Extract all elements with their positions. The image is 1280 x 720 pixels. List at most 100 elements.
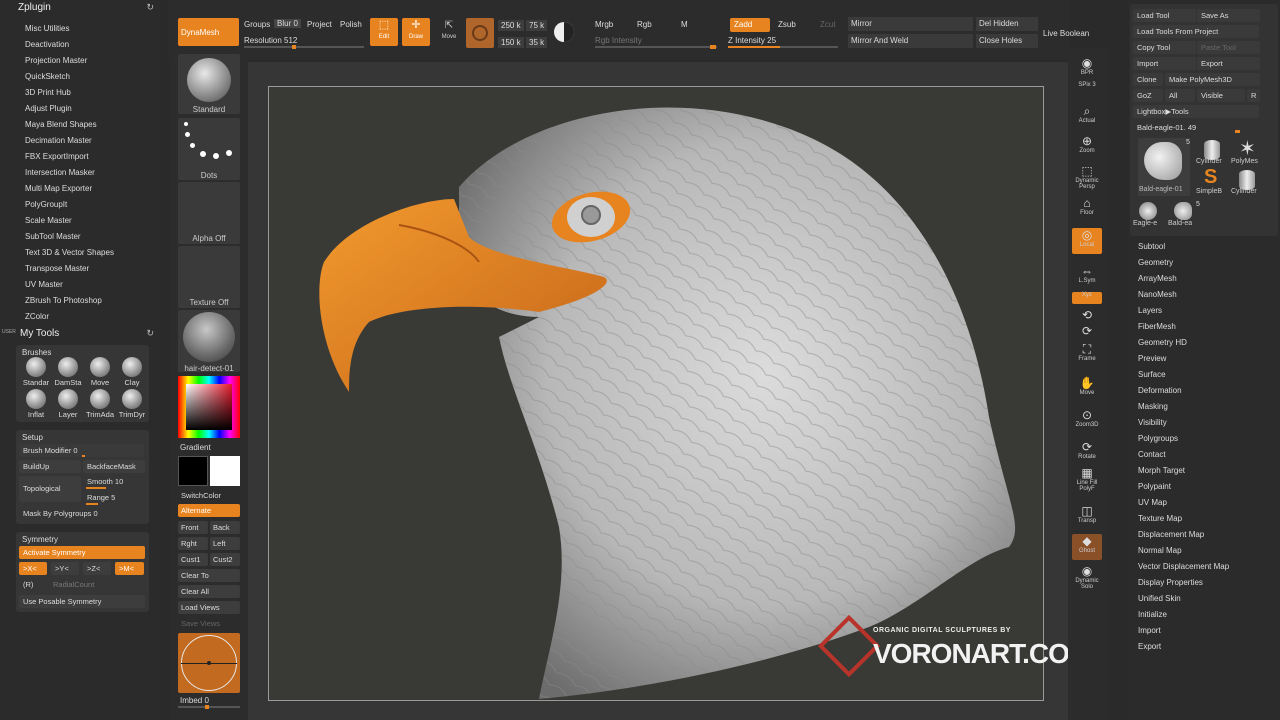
view-navigator[interactable] [178, 633, 240, 693]
brush-thumbnail[interactable]: Standard [178, 54, 240, 114]
right-view-button[interactable]: Rght [178, 537, 208, 550]
subpanel-fibermesh[interactable]: FiberMesh [1138, 322, 1176, 331]
brush-damsta[interactable]: DamSta [52, 357, 82, 387]
plugin-item[interactable]: Transpose Master [0, 261, 160, 277]
goz-visible-button[interactable]: Visible [1197, 89, 1245, 102]
subpanel-display-properties[interactable]: Display Properties [1138, 578, 1203, 587]
plugin-item[interactable]: QuickSketch [0, 69, 160, 85]
project-button[interactable]: Project [307, 20, 332, 29]
plugin-item[interactable]: PolyGroupIt [0, 197, 160, 213]
load-tool-button[interactable]: Load Tool [1133, 9, 1196, 22]
blur-slider[interactable]: Blur 0 [274, 19, 301, 28]
axis-y-button[interactable]: >Y< [51, 562, 79, 575]
brush-size-button[interactable] [466, 18, 494, 48]
left-view-button[interactable]: Left [210, 537, 240, 550]
rshelf-button-5[interactable]: ⌂ Floor [1072, 196, 1102, 222]
subpanel-arraymesh[interactable]: ArrayMesh [1138, 274, 1177, 283]
subpanel-visibility[interactable]: Visibility [1138, 418, 1167, 427]
subpanel-polypaint[interactable]: Polypaint [1138, 482, 1171, 491]
live-boolean-button[interactable]: Live Boolean [1043, 29, 1089, 38]
rgb-intensity-handle[interactable] [710, 45, 716, 49]
draw-button[interactable]: ✛ Draw [402, 18, 430, 46]
groups-button[interactable]: Groups [244, 20, 270, 29]
z-intensity-slider[interactable]: Z Intensity 25 [728, 36, 776, 45]
subpanel-deformation[interactable]: Deformation [1138, 386, 1182, 395]
import-button[interactable]: Import [1133, 57, 1196, 70]
goz-r-button[interactable]: R [1247, 89, 1260, 102]
save-as-button[interactable]: Save As [1197, 9, 1260, 22]
mask-polygroups-slider[interactable]: Mask By Polygroups 0 [19, 507, 144, 520]
subpanel-morph-target[interactable]: Morph Target [1138, 466, 1185, 475]
gradient-label[interactable]: Gradient [180, 443, 211, 452]
plugin-item[interactable]: SubTool Master [0, 229, 160, 245]
subpanel-nanomesh[interactable]: NanoMesh [1138, 290, 1177, 299]
del-hidden-button[interactable]: Del Hidden [976, 17, 1038, 31]
texture-thumbnail[interactable]: Texture Off [178, 246, 240, 308]
move-button[interactable]: ⇱ Move [436, 20, 462, 46]
rshelf-button-11[interactable]: ⛶ Frame [1072, 342, 1102, 368]
current-tool-slider[interactable]: Bald-eagle-01. 49 [1133, 121, 1259, 134]
focal-value[interactable]: 75 k [526, 20, 548, 31]
subpanel-masking[interactable]: Masking [1138, 402, 1168, 411]
rshelf-button-16[interactable]: ◫ Transp [1072, 504, 1102, 530]
plugin-item[interactable]: ZBrush To Photoshop [0, 293, 160, 309]
plugin-item[interactable]: Multi Map Exporter [0, 181, 160, 197]
subpanel-polygroups[interactable]: Polygroups [1138, 434, 1178, 443]
tool-thumb-eagle[interactable]: 5 Bald-eagle-01 [1138, 138, 1190, 196]
plugin-item[interactable]: 3D Print Hub [0, 85, 160, 101]
current-tool-handle[interactable] [1235, 130, 1240, 133]
mytools-header[interactable]: USER My Tools ↻ [0, 326, 160, 342]
polish-button[interactable]: Polish [340, 20, 362, 29]
subpanel-unified-skin[interactable]: Unified Skin [1138, 594, 1181, 603]
color-square[interactable] [186, 384, 232, 430]
stroke-yin-yang-icon[interactable] [554, 22, 574, 42]
slider-handle[interactable] [82, 455, 85, 457]
subpanel-layers[interactable]: Layers [1138, 306, 1162, 315]
rshelf-button-7[interactable]: ⇔ L.Sym [1072, 264, 1102, 290]
load-from-project-button[interactable]: Load Tools From Project [1133, 25, 1259, 38]
plugin-item[interactable]: UV Master [0, 277, 160, 293]
cust2-view-button[interactable]: Cust2 [210, 553, 240, 566]
backface-mask-button[interactable]: BackfaceMask [83, 460, 145, 473]
axis-x-button[interactable]: >X< [19, 562, 47, 575]
rshelf-button-4[interactable]: ⬚ Dynamic Persp [1072, 164, 1102, 190]
rshelf-button-18[interactable]: ◉ Dynamic Solo [1072, 564, 1102, 590]
make-polymesh-button[interactable]: Make PolyMesh3D [1165, 73, 1260, 86]
axis-m-button[interactable]: >M< [115, 562, 144, 575]
subpanel-normal-map[interactable]: Normal Map [1138, 546, 1182, 555]
subpanel-geometry[interactable]: Geometry [1138, 258, 1173, 267]
subpanel-contact[interactable]: Contact [1138, 450, 1166, 459]
plugin-item[interactable]: FBX ExportImport [0, 149, 160, 165]
clear-all-button[interactable]: Clear All [178, 585, 240, 598]
color-picker[interactable] [178, 376, 240, 438]
brush-standar[interactable]: Standar [20, 357, 50, 387]
plugin-item[interactable]: Maya Blend Shapes [0, 117, 160, 133]
tool-thumb-eagle-eye[interactable]: Eagle-e [1133, 200, 1167, 230]
secondary-color-swatch[interactable] [178, 456, 208, 486]
cust1-view-button[interactable]: Cust1 [178, 553, 208, 566]
save-views-button[interactable]: Save Views [178, 617, 240, 630]
subpanel-uv-map[interactable]: UV Map [1138, 498, 1167, 507]
rshelf-button-0[interactable]: ◉ BPR [1072, 56, 1102, 82]
front-view-button[interactable]: Front [178, 521, 208, 534]
zplugin-header[interactable]: Zplugin ↻ [0, 0, 160, 16]
activate-symmetry-button[interactable]: Activate Symmetry [19, 546, 145, 559]
edit-button[interactable]: ⬚ Edit [370, 18, 398, 46]
zsub-button[interactable]: Zsub [778, 20, 796, 29]
topological-button[interactable]: Topological [19, 476, 81, 502]
brush-trimada[interactable]: TrimAda [84, 389, 114, 419]
tool-thumb-polymesh[interactable]: ✶ PolyMes [1231, 138, 1265, 168]
plugin-item[interactable]: Intersection Masker [0, 165, 160, 181]
subpanel-surface[interactable]: Surface [1138, 370, 1166, 379]
subpanel-texture-map[interactable]: Texture Map [1138, 514, 1182, 523]
brush-clay[interactable]: Clay [116, 357, 146, 387]
imbed-handle[interactable] [205, 705, 209, 709]
rshelf-button-6[interactable]: ◎ Local [1072, 228, 1102, 254]
plugin-item[interactable]: Projection Master [0, 53, 160, 69]
plugin-item[interactable]: Deactivation [0, 37, 160, 53]
plugin-item[interactable]: Text 3D & Vector Shapes [0, 245, 160, 261]
refresh-icon[interactable]: ↻ [146, 328, 154, 339]
radial-r-button[interactable]: (R) [19, 578, 45, 591]
rshelf-button-3[interactable]: ⊕ Zoom [1072, 134, 1102, 160]
alternate-button[interactable]: Alternate [178, 504, 240, 517]
